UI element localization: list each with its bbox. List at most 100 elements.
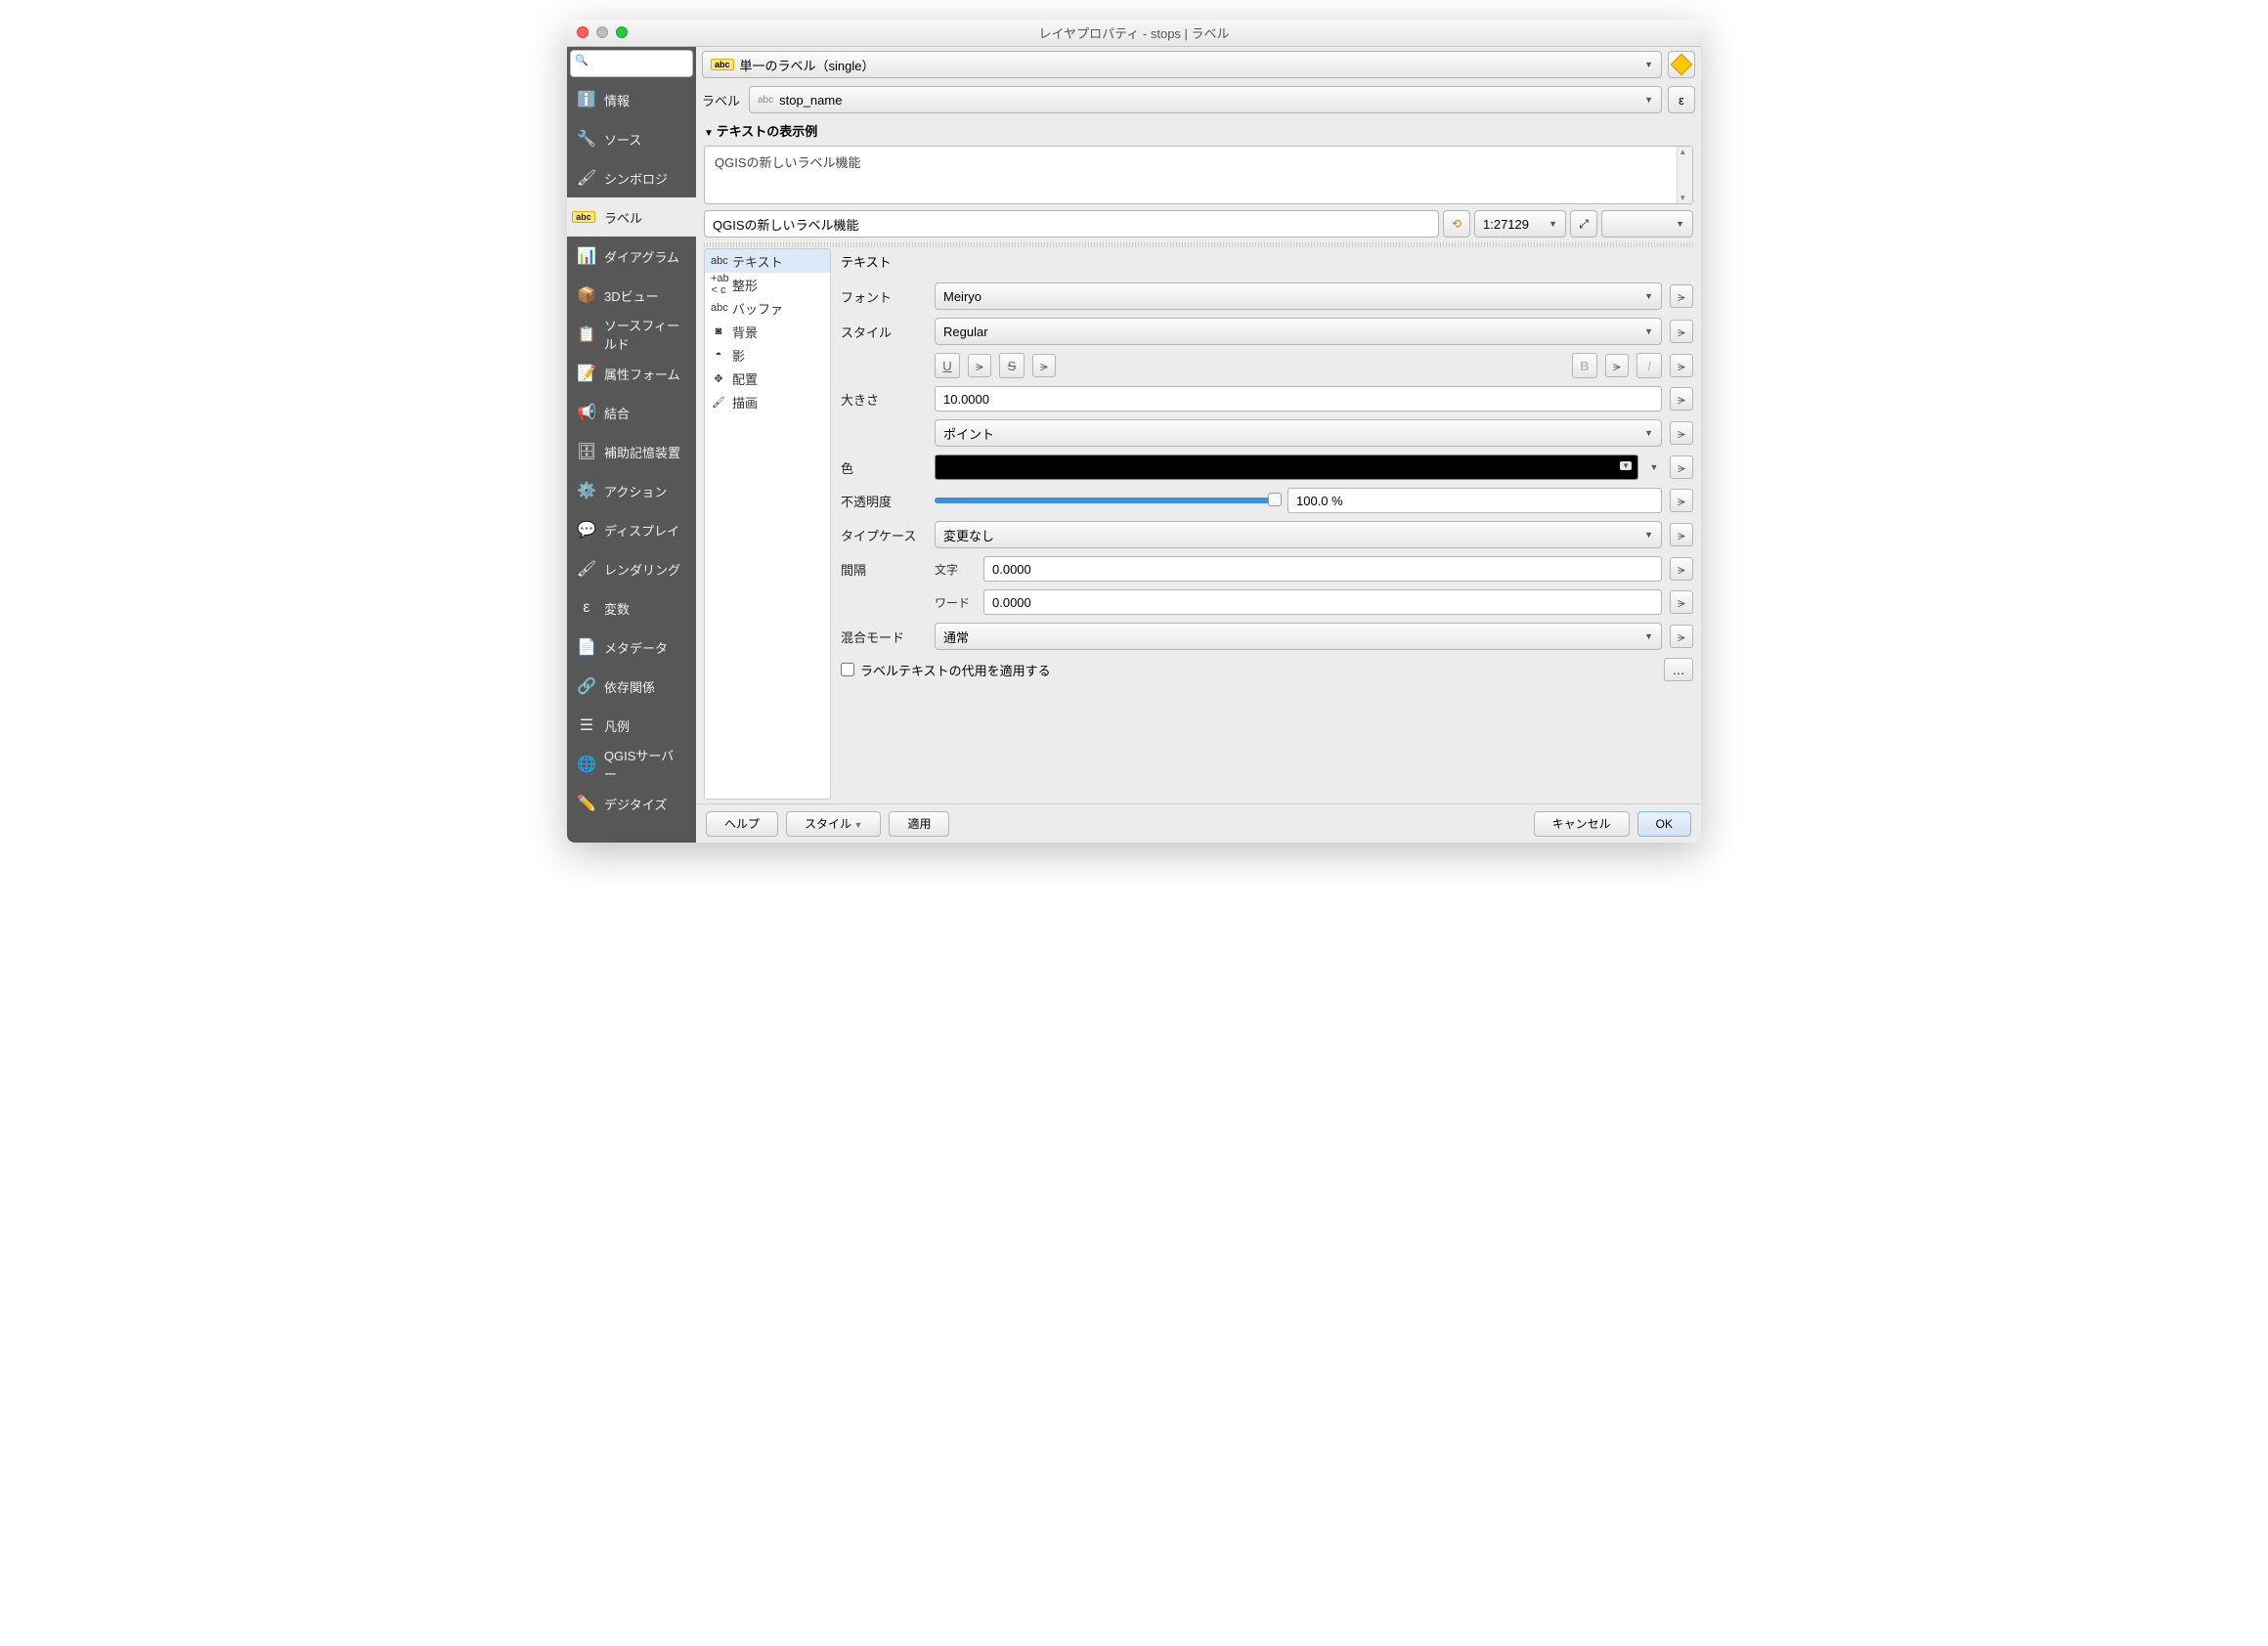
subtab-1[interactable]: +ab < c整形 (705, 273, 830, 296)
close-icon[interactable] (577, 26, 589, 38)
subtab-5[interactable]: ✥配置 (705, 367, 830, 390)
letter-override[interactable] (1670, 557, 1693, 581)
labeling-mode-combo[interactable]: abc 単一のラベル（single） (702, 51, 1662, 78)
letter-spin[interactable] (983, 556, 1662, 582)
word-label: ワード (935, 594, 976, 611)
reset-preview-button[interactable]: ⟲ (1443, 210, 1470, 238)
size-unit-combo[interactable]: ポイント (935, 419, 1662, 447)
preview-text-input[interactable] (704, 210, 1439, 238)
strike-override[interactable] (1032, 354, 1056, 377)
blend-override[interactable] (1670, 625, 1693, 648)
subtab-label: 背景 (732, 323, 758, 341)
dialog-buttons: ヘルプ スタイル 適用 キャンセル OK (696, 803, 1701, 843)
sidebar-item-15[interactable]: 🔗依存関係 (567, 667, 696, 706)
sidebar-item-0[interactable]: ℹ️情報 (567, 80, 696, 119)
subtab-icon: ◙ (711, 325, 726, 337)
sidebar-item-9[interactable]: 🗄補助記憶装置 (567, 432, 696, 471)
sidebar-label: デジタイズ (604, 795, 667, 813)
subtab-icon: +ab < c (711, 273, 726, 296)
unit-override[interactable] (1670, 421, 1693, 445)
color-override[interactable] (1670, 455, 1693, 479)
sidebar-item-12[interactable]: 🖌レンダリング (567, 549, 696, 588)
sidebar-label: 情報 (604, 91, 630, 109)
strike-button[interactable]: S (999, 353, 1025, 378)
cancel-button[interactable]: キャンセル (1534, 811, 1630, 837)
style-override[interactable] (1670, 320, 1693, 343)
label-field-combo[interactable]: abc stop_name (749, 86, 1662, 113)
case-combo[interactable]: 変更なし (935, 521, 1662, 548)
sidebar-icon: 📄 (577, 637, 596, 657)
help-button[interactable]: ヘルプ (706, 811, 778, 837)
subtab-label: 描画 (732, 393, 758, 412)
subtab-6[interactable]: 🖌描画 (705, 390, 830, 413)
word-spin[interactable] (983, 589, 1662, 615)
preview-scrollbar[interactable] (1677, 147, 1692, 203)
layer-properties-window: レイヤプロパティ - stops | ラベル ℹ️情報🔧ソース🖌シンボロジabc… (567, 20, 1701, 843)
sidebar-item-17[interactable]: 🌐QGISサーバー (567, 745, 696, 784)
sidebar-item-4[interactable]: 📊ダイアグラム (567, 237, 696, 276)
sidebar-item-13[interactable]: ε 変数 (567, 588, 696, 628)
slider-thumb[interactable] (1268, 493, 1282, 506)
subtab-0[interactable]: abc テキスト (705, 249, 830, 273)
font-combo[interactable]: Meiryo (935, 282, 1662, 310)
opacity-spin[interactable] (1287, 488, 1662, 513)
preview-bg-combo[interactable] (1601, 210, 1693, 238)
sidebar-label: シンボロジ (604, 169, 668, 188)
bold-button[interactable]: B (1572, 353, 1597, 378)
window-title: レイヤプロパティ - stops | ラベル (1038, 23, 1229, 42)
scale-combo[interactable]: 1:27129 (1474, 210, 1566, 238)
subtab-3[interactable]: ◙ 背景 (705, 320, 830, 343)
sidebar-item-7[interactable]: 📝属性フォーム (567, 354, 696, 393)
sidebar-item-1[interactable]: 🔧ソース (567, 119, 696, 158)
substitute-checkbox[interactable] (841, 663, 854, 676)
subtab-2[interactable]: abcバッファ (705, 296, 830, 320)
subtab-4[interactable]: ◓影 (705, 343, 830, 367)
sidebar-item-8[interactable]: 📢結合 (567, 393, 696, 432)
zoom-icon[interactable] (616, 26, 628, 38)
sidebar-item-16[interactable]: ☰凡例 (567, 706, 696, 745)
sidebar-item-3[interactable]: abcラベル (567, 197, 696, 237)
style-combo[interactable]: Regular (935, 318, 1662, 345)
apply-button[interactable]: 適用 (889, 811, 949, 837)
expression-button[interactable]: ε (1668, 86, 1695, 113)
preview-section-title[interactable]: テキストの表示例 (696, 117, 1701, 144)
subtab-icon: abc (711, 255, 726, 267)
minimize-icon[interactable] (596, 26, 608, 38)
sidebar-item-5[interactable]: 📦3Dビュー (567, 276, 696, 315)
sidebar-item-14[interactable]: 📄メタデータ (567, 628, 696, 667)
style-button[interactable]: スタイル (786, 811, 881, 837)
italic-override[interactable] (1670, 354, 1693, 377)
substitute-config-button[interactable]: … (1664, 658, 1693, 681)
sidebar-item-18[interactable]: ✏️デジタイズ (567, 784, 696, 823)
opacity-override[interactable] (1670, 489, 1693, 512)
sidebar-item-10[interactable]: ⚙️アクション (567, 471, 696, 510)
sidebar-icon: 📋 (577, 325, 596, 344)
size-override[interactable] (1670, 387, 1693, 411)
underline-override[interactable] (968, 354, 991, 377)
sidebar-label: ラベル (604, 208, 642, 227)
sidebar-item-11[interactable]: 💬ディスプレイ (567, 510, 696, 549)
splitter-handle[interactable] (704, 242, 1693, 247)
underline-button[interactable]: U (935, 353, 960, 378)
sidebar-icon: ε (577, 598, 596, 618)
sidebar-label: 変数 (604, 599, 630, 618)
search-input[interactable] (570, 50, 693, 77)
blend-combo[interactable]: 通常 (935, 623, 1662, 650)
sidebar-item-6[interactable]: 📋ソースフィールド (567, 315, 696, 354)
case-override[interactable] (1670, 523, 1693, 546)
labeling-rules-button[interactable] (1668, 51, 1695, 78)
color-dropdown-icon[interactable]: ▼ (1646, 455, 1662, 480)
pick-scale-button[interactable]: ⤢ (1570, 210, 1597, 238)
size-spin[interactable] (935, 386, 1662, 412)
font-override[interactable] (1670, 284, 1693, 308)
bold-override[interactable] (1605, 354, 1629, 377)
italic-button[interactable]: I (1636, 353, 1662, 378)
ok-button[interactable]: OK (1637, 811, 1691, 837)
word-override[interactable] (1670, 590, 1693, 614)
sidebar-item-2[interactable]: 🖌シンボロジ (567, 158, 696, 197)
subtab-label: テキスト (732, 252, 783, 271)
substitute-label: ラベルテキストの代用を適用する (860, 661, 1051, 679)
window-controls (577, 26, 628, 38)
color-button[interactable] (935, 455, 1638, 480)
opacity-slider[interactable] (935, 498, 1282, 503)
